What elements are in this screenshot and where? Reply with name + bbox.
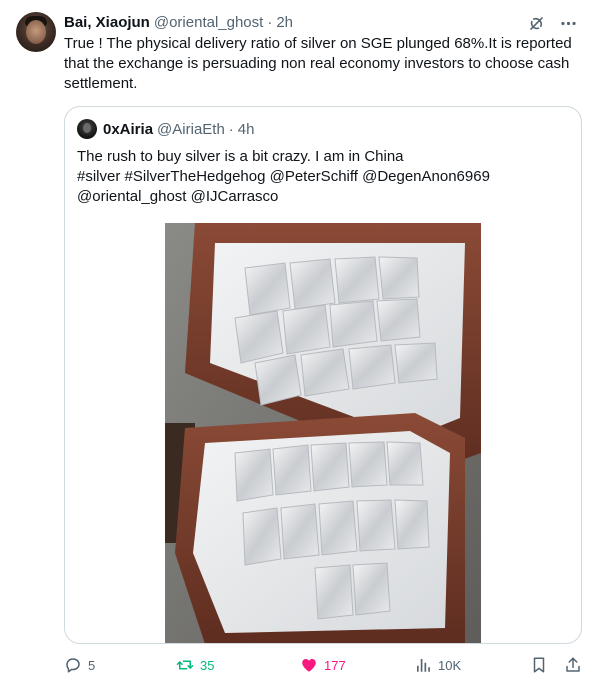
author-avatar[interactable]: [16, 12, 56, 52]
quote-text: The rush to buy silver is a bit crazy. I…: [77, 147, 567, 207]
bookmark-button[interactable]: [530, 654, 554, 676]
reply-count: 5: [88, 657, 96, 673]
reply-icon: [66, 658, 80, 673]
tweet-time[interactable]: 2h: [276, 14, 293, 31]
quoted-tweet[interactable]: 0xAiria @AiriaEth · 4h The rush to buy s…: [64, 106, 582, 644]
separator-dot: ·: [267, 13, 273, 31]
author-name[interactable]: Bai, Xiaojun: [64, 14, 150, 31]
share-icon: [566, 657, 580, 672]
quote-author-avatar: [77, 119, 97, 139]
more-icon[interactable]: [557, 12, 579, 34]
quote-text-line: #silver #SilverTheHedgehog @PeterSchiff …: [77, 168, 490, 185]
quote-header: 0xAiria @AiriaEth · 4h: [77, 119, 254, 139]
quote-time: 4h: [237, 120, 255, 138]
like-count: 177: [324, 657, 346, 673]
quote-author-name: 0xAiria: [103, 120, 154, 138]
bookmark-icon: [533, 657, 545, 673]
grok-icon[interactable]: [525, 12, 547, 34]
retweet-count: 35: [200, 657, 215, 673]
views-button[interactable]: 10K: [414, 654, 461, 676]
retweet-button[interactable]: 35: [176, 654, 214, 676]
tweet-text: True ! The physical delivery ratio of si…: [64, 35, 572, 92]
silver-bars-photo[interactable]: [165, 223, 481, 643]
author-handle[interactable]: @oriental_ghost: [154, 14, 263, 31]
quote-text-line: The rush to buy silver is a bit crazy. I…: [77, 148, 404, 165]
quote-author-handle: @AiriaEth: [157, 120, 225, 138]
tweet-header: Bai, Xiaojun @oriental_ghost · 2h: [64, 12, 293, 32]
like-button[interactable]: 177: [300, 654, 346, 676]
share-button[interactable]: [564, 654, 588, 676]
tweet-actions: 5 35 177 10K: [64, 654, 583, 676]
retweet-icon: [176, 660, 194, 670]
reply-button[interactable]: 5: [64, 654, 95, 676]
views-icon: [417, 659, 430, 672]
views-count: 10K: [438, 657, 462, 673]
heart-icon: [302, 659, 316, 672]
tweet[interactable]: Bai, Xiaojun @oriental_ghost · 2h True !…: [0, 0, 593, 683]
quote-text-line: @oriental_ghost @IJCarrasco: [77, 188, 279, 205]
top-actions: [525, 12, 579, 34]
quote-separator-dot: ·: [228, 120, 234, 138]
